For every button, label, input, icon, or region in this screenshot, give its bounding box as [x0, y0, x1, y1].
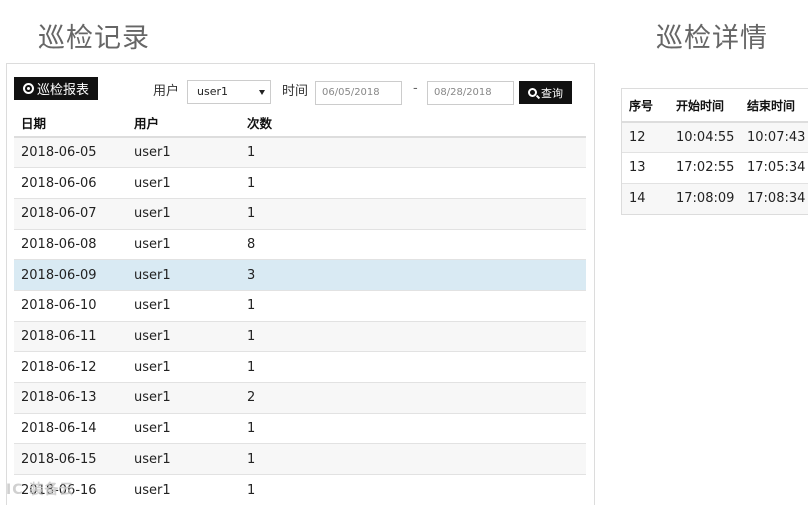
cell-count: 3: [240, 259, 586, 291]
table-row[interactable]: 2018-06-05 user1 1: [14, 136, 586, 168]
cell-date: 2018-06-13: [14, 382, 127, 414]
cell-end: 17:05:34: [740, 152, 808, 183]
cell-user: user1: [127, 382, 240, 414]
cell-user: user1: [127, 351, 240, 383]
cell-count: 1: [240, 412, 586, 444]
watermark: IC 装备云: [6, 482, 75, 498]
cell-user: user1: [127, 289, 240, 322]
report-button[interactable]: 巡检报表: [14, 77, 98, 100]
cell-count: 1: [240, 320, 586, 352]
cell-count: 1: [240, 136, 586, 168]
table-row[interactable]: 2018-06-13 user1 2: [14, 382, 586, 414]
cell-user: user1: [127, 167, 240, 199]
cell-date: 2018-06-08: [14, 228, 127, 260]
cell-end: 10:07:43: [740, 121, 808, 153]
header-seq: 序号: [622, 89, 669, 123]
cell-count: 1: [240, 474, 586, 505]
cell-date: 2018-06-06: [14, 167, 127, 199]
query-button[interactable]: 查询: [519, 81, 572, 104]
cell-count: 1: [240, 351, 586, 383]
cell-user: user1: [127, 228, 240, 260]
cell-count: 1: [240, 167, 586, 199]
cell-user: user1: [127, 474, 240, 505]
page-title-records: 巡检记录: [38, 23, 150, 54]
details-table: 序号 开始时间 结束时间 12 10:04:55 10:07:43 13 17:02:…: [622, 89, 808, 214]
cell-seq: 12: [622, 121, 669, 153]
circle-plus-icon: [22, 83, 34, 94]
table-row[interactable]: 2018-06-11 user1 1: [14, 320, 586, 352]
date-separator: -: [413, 81, 418, 96]
table-row[interactable]: 13 17:02:55 17:05:34: [622, 152, 808, 183]
cell-date: 2018-06-05: [14, 136, 127, 168]
page-title-details: 巡检详情: [656, 23, 768, 54]
end-date-input[interactable]: 08/28/2018: [427, 81, 514, 105]
details-header-row: 序号 开始时间 结束时间: [622, 89, 808, 123]
header-count: 次数: [240, 108, 586, 138]
table-row[interactable]: 2018-06-06 user1 1: [14, 167, 586, 199]
start-date-input[interactable]: 06/05/2018: [315, 81, 402, 105]
table-row[interactable]: 2018-06-15 user1 1: [14, 443, 586, 475]
header-start-time: 开始时间: [669, 89, 740, 123]
cell-user: user1: [127, 136, 240, 168]
cell-end: 17:08:34: [740, 182, 808, 214]
records-panel: 巡检报表 用户 user1 时间 06/05/2018 - 08/28/2018…: [6, 63, 595, 505]
cell-count: 1: [240, 443, 586, 475]
cell-user: user1: [127, 443, 240, 475]
records-table: 日期 用户 次数 2018-06-05 user1 1 2018-06-06 user…: [14, 108, 586, 505]
cell-seq: 14: [622, 182, 669, 214]
table-row[interactable]: 2018-06-14 user1 1: [14, 412, 586, 444]
cell-date: 2018-06-07: [14, 197, 127, 230]
cell-start: 17:08:09: [669, 182, 740, 214]
query-button-label: 查询: [541, 86, 563, 100]
table-row[interactable]: 2018-06-07 user1 1: [14, 197, 586, 230]
table-row[interactable]: 12 10:04:55 10:07:43: [622, 121, 808, 153]
header-date: 日期: [14, 108, 127, 138]
user-select-value: user1: [197, 85, 228, 98]
cell-date: 2018-06-11: [14, 320, 127, 352]
cell-user: user1: [127, 412, 240, 444]
table-row[interactable]: 2018-06-10 user1 1: [14, 289, 586, 322]
user-select[interactable]: user1: [187, 80, 271, 104]
details-panel: 序号 开始时间 结束时间 12 10:04:55 10:07:43 13 17:02:…: [621, 88, 808, 215]
cell-date: 2018-06-12: [14, 351, 127, 383]
cell-date: 2018-06-15: [14, 443, 127, 475]
cell-count: 1: [240, 197, 586, 230]
cell-user: user1: [127, 320, 240, 352]
table-row[interactable]: 14 17:08:09 17:08:34: [622, 182, 808, 214]
report-button-label: 巡检报表: [36, 83, 89, 98]
cell-date: 2018-06-14: [14, 412, 127, 444]
table-row[interactable]: 2018-06-12 user1 1: [14, 351, 586, 383]
caret-down-icon: [259, 90, 265, 95]
cell-count: 2: [240, 382, 586, 414]
table-row[interactable]: 2018-06-08 user1 8: [14, 228, 586, 260]
header-end-time: 结束时间: [740, 89, 808, 123]
cell-date: 2018-06-10: [14, 289, 127, 322]
cell-start: 10:04:55: [669, 121, 740, 153]
cell-count: 8: [240, 228, 586, 260]
user-label: 用户: [153, 84, 180, 99]
table-row-selected[interactable]: 2018-06-09 user1 3: [14, 259, 586, 291]
records-header-row: 日期 用户 次数: [14, 108, 586, 138]
cell-seq: 13: [622, 152, 669, 183]
header-user: 用户: [127, 108, 240, 138]
cell-user: user1: [127, 197, 240, 230]
cell-user: user1: [127, 259, 240, 291]
time-label: 时间: [282, 84, 309, 99]
cell-date: 2018-06-09: [14, 259, 127, 291]
cell-start: 17:02:55: [669, 152, 740, 183]
cell-count: 1: [240, 289, 586, 322]
table-row[interactable]: 2018-06-16 user1 1: [14, 474, 586, 505]
search-icon: [528, 88, 537, 97]
